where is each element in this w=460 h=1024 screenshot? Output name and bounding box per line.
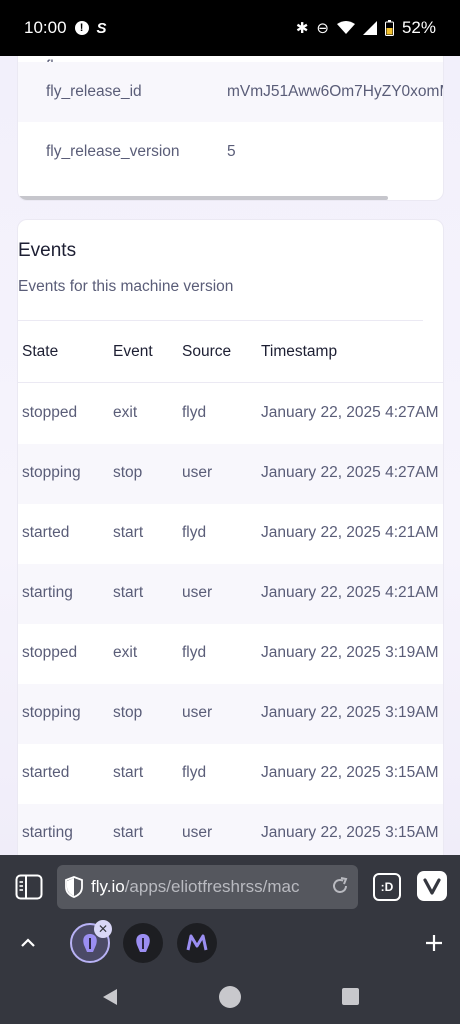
panel-toggle-button[interactable] (14, 872, 44, 902)
status-time: 10:00 (24, 18, 67, 37)
table-row: stopping stop user January 22, 2025 3:19… (18, 684, 443, 744)
table-row: stopped exit flyd January 22, 2025 3:19A… (18, 624, 443, 684)
system-nav-bar (0, 969, 460, 1024)
wifi-icon (336, 21, 355, 34)
plus-icon (426, 935, 442, 951)
web-content: fly_process_group app fly_release_id mVm… (0, 56, 460, 855)
column-header-state: State (22, 343, 59, 360)
cell-state: started (22, 764, 70, 781)
cell-event: stop (113, 464, 143, 481)
cell-timestamp: January 22, 2025 3:15AM (261, 764, 439, 781)
vivaldi-menu-button[interactable] (417, 871, 447, 901)
labels-card: fly_process_group app fly_release_id mVm… (17, 56, 444, 201)
cell-event: exit (113, 644, 138, 661)
events-subtitle: Events for this machine version (18, 278, 234, 295)
fly-favicon-icon (136, 934, 150, 952)
recents-button[interactable] (342, 988, 359, 1005)
signal-icon (362, 21, 377, 35)
cell-timestamp: January 22, 2025 3:15AM (261, 824, 439, 841)
reload-icon[interactable] (330, 876, 350, 896)
column-header-event: Event (113, 343, 153, 360)
table-row: starting start user January 22, 2025 4:2… (18, 564, 443, 624)
back-triangle-icon (103, 989, 117, 1005)
bluetooth-icon: ✱ (295, 19, 309, 37)
kv-key: fly_release_id (46, 83, 142, 100)
browser-toolbar: fly.io/apps/eliotfreshrss/mac :D (0, 855, 460, 919)
events-card: Events Events for this machine version S… (17, 219, 444, 855)
mastodon-favicon-icon (186, 934, 208, 951)
cell-source: user (182, 584, 213, 601)
cell-source: user (182, 824, 213, 841)
fly-favicon-icon (83, 934, 97, 952)
cell-source: flyd (182, 524, 207, 541)
back-button[interactable] (98, 985, 122, 1009)
panel-icon (15, 874, 43, 900)
cell-source: flyd (182, 404, 207, 421)
cell-source: flyd (182, 644, 207, 661)
cell-state: starting (22, 824, 73, 841)
cell-event: stop (113, 704, 143, 721)
tab[interactable] (123, 923, 163, 963)
cell-state: stopped (22, 644, 78, 661)
cell-timestamp: January 22, 2025 3:19AM (261, 704, 439, 721)
cell-timestamp: January 22, 2025 4:21AM (261, 584, 439, 601)
battery-icon (384, 20, 394, 36)
cell-event: exit (113, 404, 138, 421)
url-path: /apps/eliotfreshrss/mac (124, 877, 300, 896)
reader-mode-label: :D (380, 880, 394, 894)
status-bar: 10:00 ! S ✱ ⊖ 52% (0, 0, 460, 56)
cell-timestamp: January 22, 2025 3:19AM (261, 644, 439, 661)
table-row: started start flyd January 22, 2025 4:21… (18, 504, 443, 564)
tab[interactable] (177, 923, 217, 963)
kv-row: fly_release_version 5 (18, 122, 443, 182)
tab-strip: ✕ (0, 919, 460, 969)
close-tab-button[interactable]: ✕ (94, 920, 112, 938)
kv-value: 5 (227, 143, 236, 160)
shield-icon[interactable] (65, 876, 83, 898)
cell-source: flyd (182, 764, 207, 781)
table-row: started start flyd January 22, 2025 3:15… (18, 744, 443, 804)
cell-state: stopping (22, 464, 81, 481)
cell-event: start (113, 584, 144, 601)
cell-source: user (182, 464, 213, 481)
cell-timestamp: January 22, 2025 4:21AM (261, 524, 439, 541)
chevron-up-icon (21, 938, 35, 947)
close-icon: ✕ (97, 922, 109, 936)
cell-timestamp: January 22, 2025 4:27AM (261, 464, 439, 481)
vivaldi-logo-icon (423, 878, 441, 895)
cell-state: stopping (22, 704, 81, 721)
events-title: Events (18, 240, 77, 261)
table-row: starting start user January 22, 2025 3:1… (18, 804, 443, 855)
cell-event: start (113, 824, 144, 841)
kv-key: fly_release_version (46, 143, 180, 160)
url-host: fly.io (91, 877, 125, 896)
app-notification-icon: S (96, 19, 107, 37)
kv-row: fly_release_id mVmJ51Aww6Om7HyZY0xomM (18, 62, 444, 122)
horizontal-scrollbar[interactable] (18, 196, 388, 200)
cell-state: stopped (22, 404, 78, 421)
expand-tabs-button[interactable] (16, 931, 40, 955)
cell-state: started (22, 524, 70, 541)
column-header-timestamp: Timestamp (261, 343, 338, 360)
cell-event: start (113, 524, 144, 541)
battery-level: 52% (401, 18, 436, 37)
column-header-source: Source (182, 343, 232, 360)
cell-source: user (182, 704, 213, 721)
address-bar[interactable]: fly.io/apps/eliotfreshrss/mac (57, 865, 358, 909)
alert-icon: ! (74, 21, 89, 35)
reader-mode-button[interactable]: :D (373, 873, 401, 901)
events-table-header: State Event Source Timestamp (18, 321, 443, 383)
cell-timestamp: January 22, 2025 4:27AM (261, 404, 439, 421)
home-button[interactable] (219, 986, 241, 1008)
dnd-icon: ⊖ (316, 19, 329, 37)
new-tab-button[interactable] (422, 931, 446, 955)
cell-state: starting (22, 584, 73, 601)
table-row: stopped exit flyd January 22, 2025 4:27A… (18, 384, 443, 444)
kv-value: mVmJ51Aww6Om7HyZY0xomM (227, 83, 444, 100)
table-row: stopping stop user January 22, 2025 4:27… (18, 444, 443, 504)
cell-event: start (113, 764, 144, 781)
